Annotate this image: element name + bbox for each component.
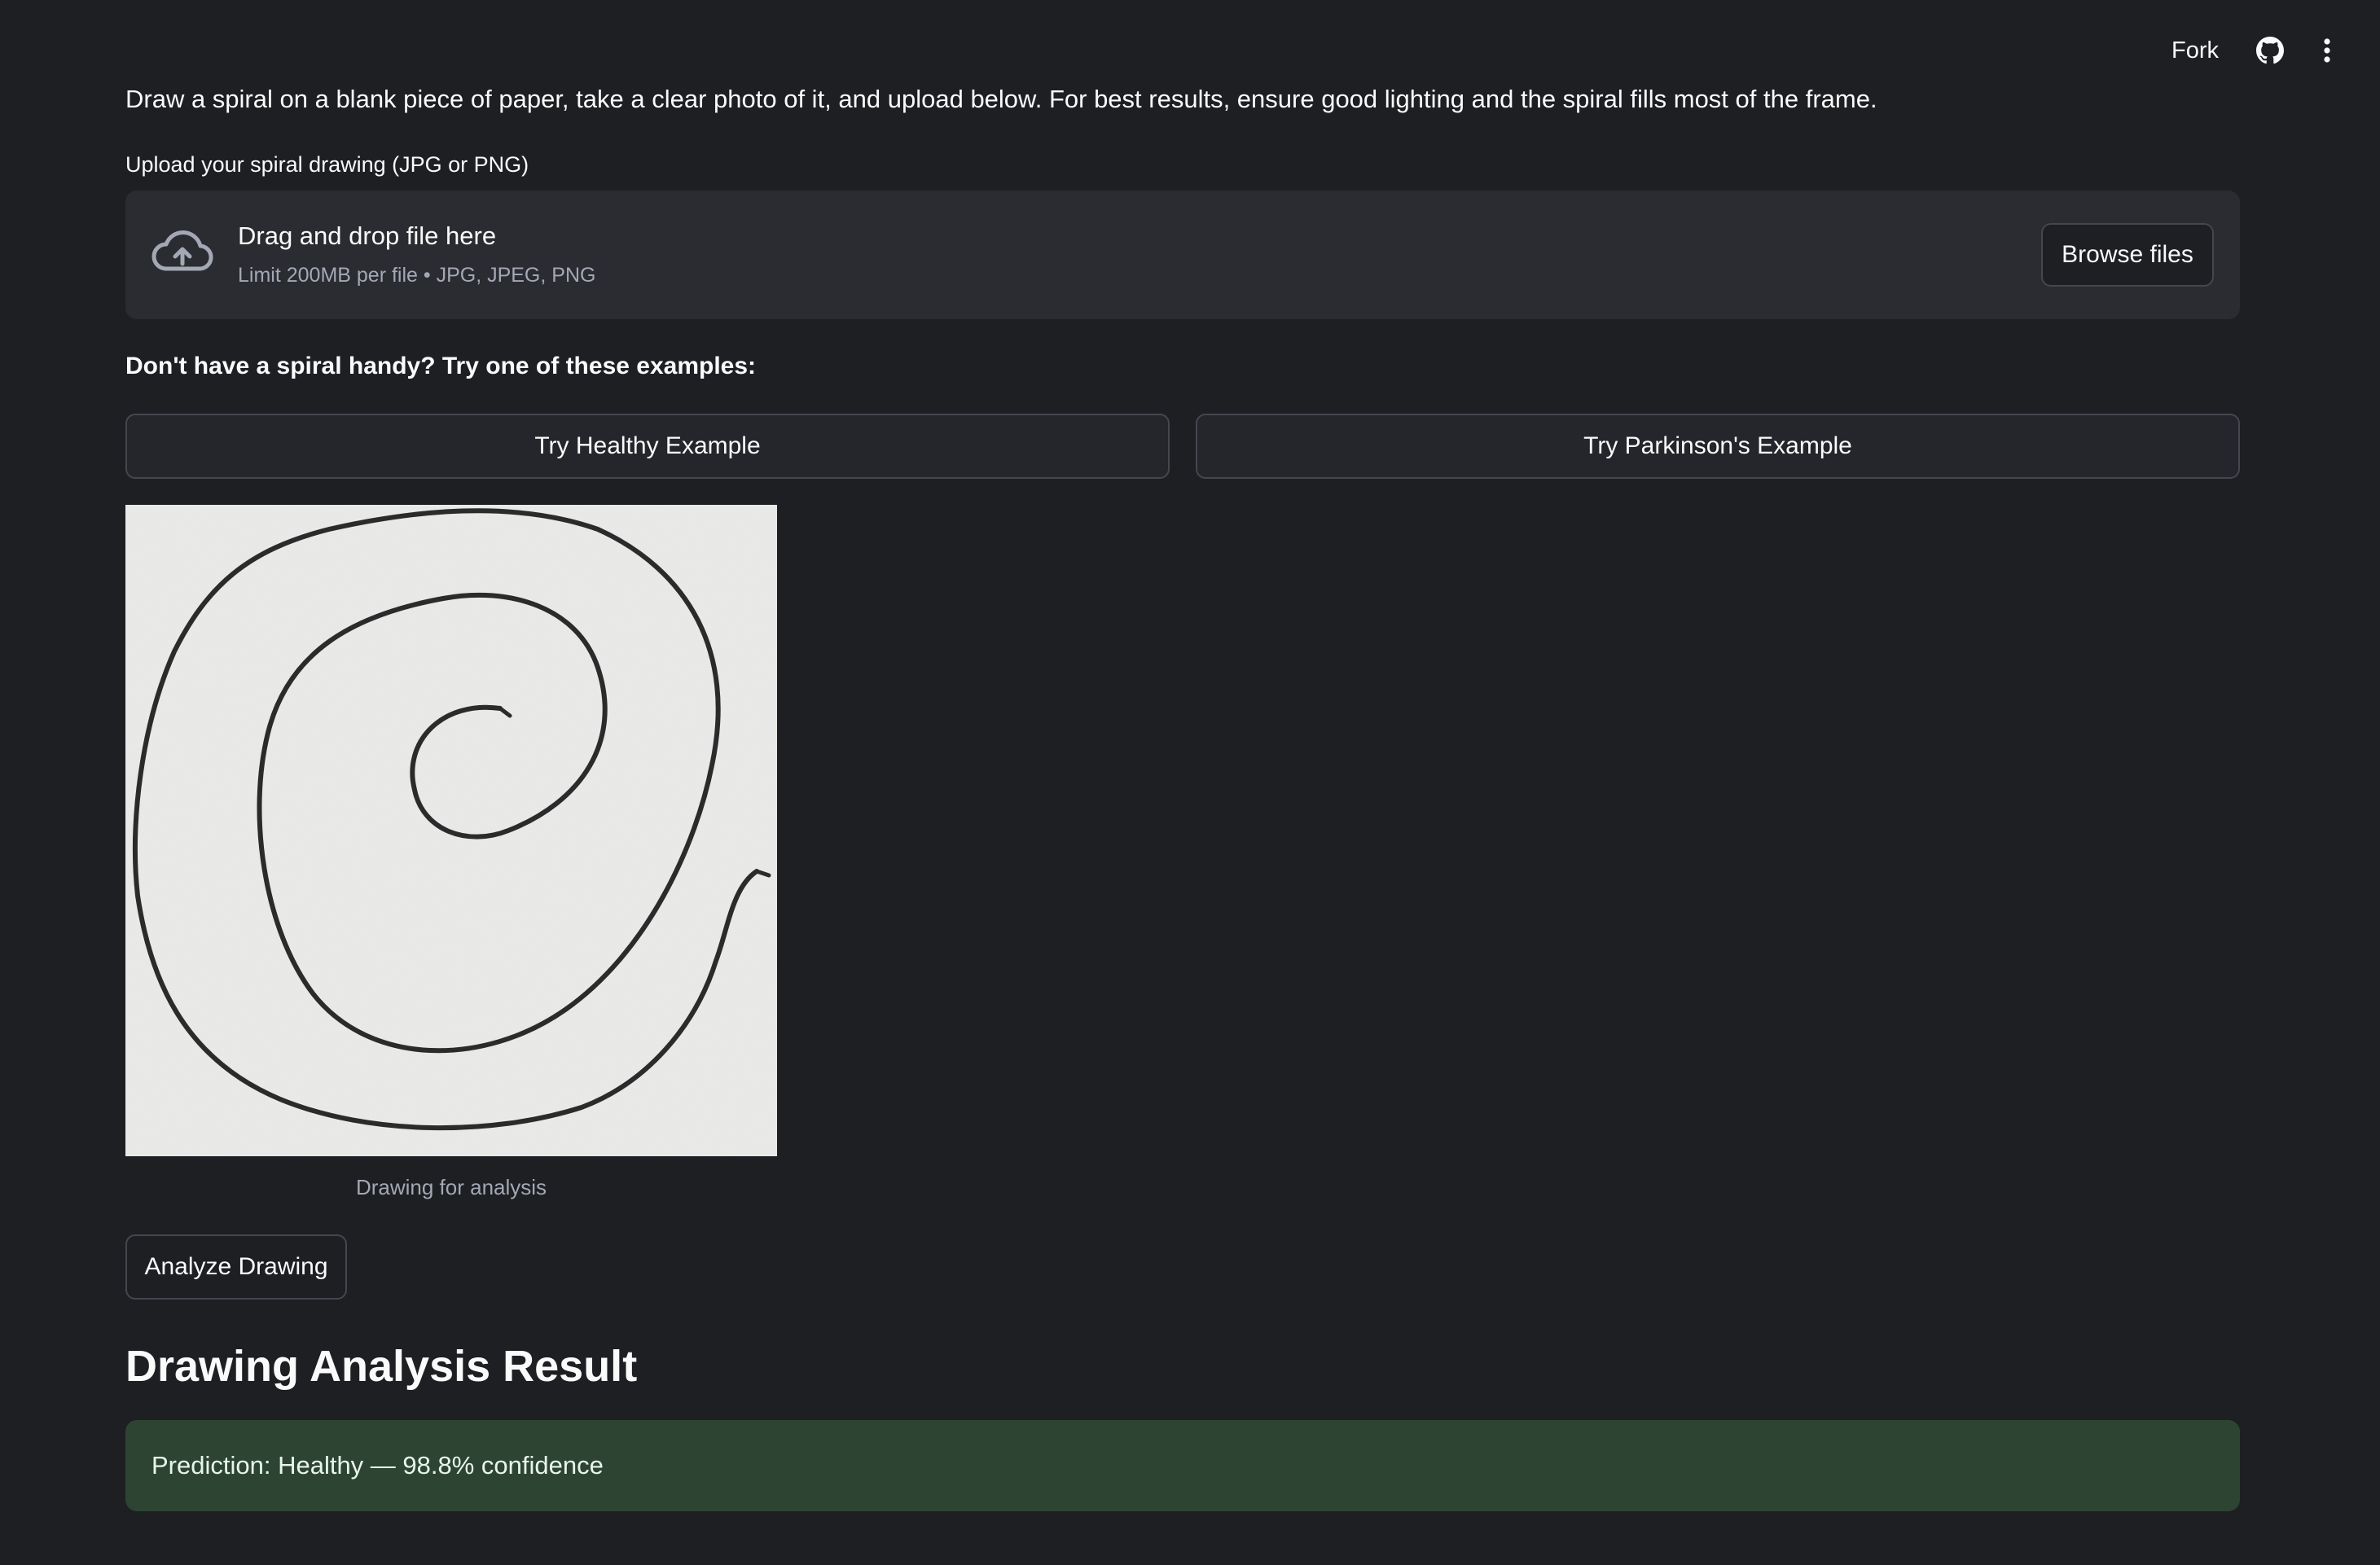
fork-button[interactable]: Fork — [2171, 37, 2219, 64]
intro-text: Draw a spiral on a blank piece of paper,… — [125, 85, 1877, 113]
browse-files-button[interactable]: Browse files — [2041, 223, 2214, 287]
dropzone-limit-text: Limit 200MB per file • JPG, JPEG, PNG — [238, 264, 596, 287]
kebab-menu-icon[interactable] — [2321, 37, 2333, 64]
prediction-success-alert: Prediction: Healthy — 98.8% confidence — [125, 1420, 2240, 1511]
file-dropzone[interactable]: Drag and drop file here Limit 200MB per … — [125, 191, 2240, 319]
cloud-upload-icon — [150, 226, 215, 283]
spiral-drawing-image — [125, 505, 777, 1156]
image-caption: Drawing for analysis — [355, 1175, 547, 1199]
try-parkinsons-example-button[interactable]: Try Parkinson's Example — [1196, 414, 2240, 479]
try-healthy-example-button[interactable]: Try Healthy Example — [125, 414, 1170, 479]
examples-heading: Don't have a spiral handy? Try one of th… — [125, 353, 757, 379]
github-icon[interactable] — [2256, 37, 2284, 64]
result-heading: Drawing Analysis Result — [125, 1342, 638, 1391]
prediction-text: Prediction: Healthy — 98.8% confidence — [151, 1451, 604, 1480]
dropzone-title: Drag and drop file here — [238, 221, 497, 250]
app-toolbar: Fork — [2171, 31, 2333, 70]
upload-label: Upload your spiral drawing (JPG or PNG) — [125, 152, 529, 177]
analyze-drawing-button[interactable]: Analyze Drawing — [125, 1234, 347, 1300]
